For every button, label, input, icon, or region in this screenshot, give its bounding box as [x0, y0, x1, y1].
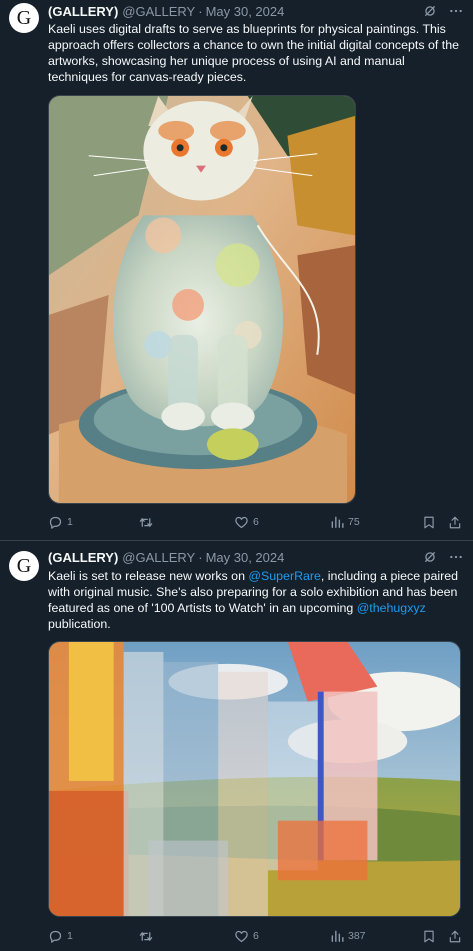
tweet-text: Kaeli uses digital drafts to serve as bl… [48, 22, 459, 84]
heart-icon [235, 516, 248, 528]
avatar[interactable]: G [9, 3, 39, 33]
tweet-header: (GALLERY) @GALLERY · May 30, 2024 [48, 548, 463, 566]
share-button[interactable] [448, 515, 462, 530]
views-button[interactable]: 387 [330, 929, 366, 943]
separator-dot: · [198, 549, 203, 565]
like-count: 6 [253, 516, 259, 528]
views-button[interactable]: 75 [330, 515, 360, 529]
repost-button[interactable] [138, 515, 158, 530]
heart-icon [235, 930, 248, 942]
tweet[interactable]: G (GALLERY) @GALLERY · May 30, 2024 Kael… [0, 541, 473, 951]
reply-button[interactable]: 1 [48, 515, 73, 530]
tweet-header: (GALLERY) @GALLERY · May 30, 2024 [48, 2, 463, 20]
tweet-date[interactable]: May 30, 2024 [206, 550, 285, 565]
like-count: 6 [253, 930, 259, 942]
grok-icon[interactable] [423, 550, 437, 564]
share-button[interactable] [448, 929, 462, 944]
grok-icon[interactable] [423, 4, 437, 18]
like-button[interactable]: 6 [234, 929, 259, 944]
mention-link-superrare[interactable]: @SuperRare [248, 569, 321, 583]
tweet-text: Kaeli is set to release new works on @Su… [48, 569, 458, 631]
tweet-actions: 1 6 387 [48, 926, 462, 946]
bookmark-button[interactable] [422, 929, 436, 944]
repost-button[interactable] [138, 929, 158, 944]
reply-button[interactable]: 1 [48, 929, 73, 944]
views-chart-icon [331, 516, 344, 528]
views-count: 75 [348, 516, 360, 528]
reply-count: 1 [67, 516, 73, 528]
separator-dot: · [198, 3, 203, 19]
more-options-icon[interactable] [449, 4, 463, 18]
author-name[interactable]: (GALLERY) [48, 4, 118, 19]
painting-cat-glass-sculpture-icon [49, 96, 355, 503]
tweet-date[interactable]: May 30, 2024 [206, 4, 285, 19]
mention-link-thehugxyz[interactable]: @thehugxyz [357, 601, 426, 615]
repost-icon [139, 931, 153, 941]
tweet-image[interactable] [48, 95, 356, 504]
author-handle[interactable]: @GALLERY [122, 4, 195, 19]
reply-count: 1 [67, 930, 73, 942]
tweet-actions: 1 6 75 [48, 512, 462, 532]
avatar[interactable]: G [9, 551, 39, 581]
views-chart-icon [331, 930, 344, 942]
author-handle[interactable]: @GALLERY [122, 550, 195, 565]
share-icon [449, 516, 461, 528]
like-button[interactable]: 6 [234, 515, 259, 530]
tweet[interactable]: G (GALLERY) @GALLERY · May 30, 2024 Kael… [0, 0, 473, 540]
reply-icon [49, 516, 62, 529]
bookmark-icon [424, 516, 434, 528]
tweet-image[interactable] [48, 641, 461, 917]
reply-icon [49, 930, 62, 943]
views-count: 387 [348, 930, 366, 942]
author-name[interactable]: (GALLERY) [48, 550, 118, 565]
share-icon [449, 930, 461, 942]
painting-glass-house-landscape-icon [49, 642, 460, 916]
bookmark-icon [424, 930, 434, 942]
more-options-icon[interactable] [449, 550, 463, 564]
repost-icon [139, 517, 153, 527]
bookmark-button[interactable] [422, 515, 436, 530]
